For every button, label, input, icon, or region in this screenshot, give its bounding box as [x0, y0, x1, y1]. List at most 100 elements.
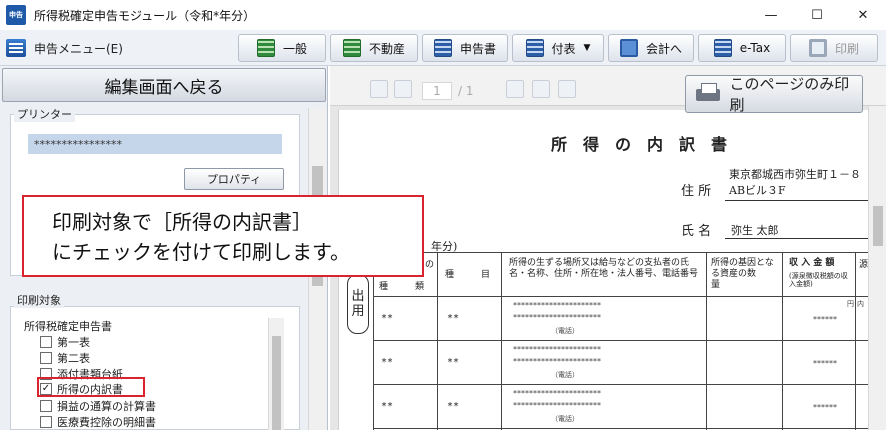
stamp-char-1: 出: [351, 289, 365, 304]
checkbox[interactable]: [40, 399, 52, 412]
row2-item: **: [447, 357, 460, 368]
general-button[interactable]: 一般: [238, 34, 326, 62]
document-title: 所得の内訳書: [551, 135, 744, 154]
print-button[interactable]: 印刷: [790, 34, 878, 62]
table-row-divider: [373, 384, 877, 385]
checkbox-label: 第二表: [57, 351, 90, 365]
general-label: 一般: [282, 41, 307, 56]
row1-item: **: [447, 313, 460, 324]
header-revenue-sub: (源泉徴収税額の収入金額): [789, 272, 848, 288]
checkbox-item-profit-loss-offset[interactable]: 損益の通算の計算書: [40, 398, 156, 413]
unit-yen: 円: [847, 300, 854, 308]
return-form-button[interactable]: 申告書: [422, 34, 508, 62]
header-asset: 所得の基因となる資産の数 量: [711, 258, 784, 290]
printer-select[interactable]: ****************: [28, 134, 282, 154]
ledger-icon: [342, 39, 361, 57]
print-target-title: 印刷対象: [14, 292, 64, 308]
target-list-scroll-thumb[interactable]: [272, 336, 281, 430]
header-item: 種 目: [445, 270, 491, 280]
toolbar: 申告メニュー(E) 一般 不動産 申告書 付表 ▼ 会計へ e-Tax 印刷: [0, 30, 886, 66]
zoom-icon[interactable]: [506, 80, 524, 98]
title-bar: 申告 所得税確定申告モジュール（令和*年分） — ☐ ✕: [0, 0, 886, 30]
instruction-callout: 印刷対象で［所得の内訳書］ にチェックを付けて印刷します。: [22, 195, 424, 277]
maximize-button[interactable]: ☐: [794, 0, 840, 30]
checkbox-label: 損益の通算の計算書: [57, 399, 156, 413]
form-icon: [525, 39, 544, 57]
row1-amount: ******: [813, 315, 837, 324]
address-line1: 東京都城西市弥生町１－８: [729, 168, 861, 181]
header-payer: 所得の生ずる場所又は給与などの支払者の氏名・名称、住所・所在地・法人番号、電話番…: [509, 258, 699, 279]
attachment-dropdown-button[interactable]: 付表 ▼: [512, 34, 604, 62]
unit-inner: 内: [857, 300, 864, 308]
checkbox-item-form2[interactable]: 第二表: [40, 350, 90, 365]
declaration-menu-label: 申告メニュー(E): [34, 41, 123, 56]
return-form-label: 申告書: [459, 41, 496, 56]
declaration-menu-button[interactable]: 申告メニュー(E): [6, 34, 123, 62]
preview-scroll-thumb[interactable]: [873, 206, 883, 246]
callout-line-2: にチェックを付けて印刷します。: [52, 240, 350, 264]
table-row-divider: [373, 428, 877, 429]
header-revenue: 収 入 金 額: [789, 258, 835, 268]
address-label: 住 所: [681, 184, 712, 199]
etax-label: e-Tax: [739, 41, 771, 55]
checkbox-item-medical-deduction[interactable]: 医療費控除の明細書: [40, 414, 156, 429]
target-list-scrollbar[interactable]: [268, 318, 284, 430]
checkbox[interactable]: [40, 415, 52, 428]
header-kind: 種 類: [379, 282, 425, 292]
row1-kind: **: [381, 313, 394, 324]
name-value: 弥生 太郎: [731, 224, 779, 237]
first-page-icon[interactable]: [370, 80, 388, 98]
highlight-box: [37, 377, 145, 397]
row3-payer-line2: **********************: [513, 401, 601, 410]
to-accounting-label: 会計へ: [645, 41, 682, 56]
row2-payer-line1: **********************: [513, 345, 601, 354]
minimize-button[interactable]: —: [748, 0, 794, 30]
etax-button[interactable]: e-Tax: [698, 34, 786, 62]
prev-page-icon[interactable]: [394, 80, 412, 98]
checkbox-label: 医療費控除の明細書: [57, 415, 156, 429]
attachment-label: 付表: [551, 41, 576, 56]
form-icon: [433, 39, 452, 57]
checkbox[interactable]: [40, 335, 52, 348]
fit-page-icon[interactable]: [532, 80, 550, 98]
checkbox[interactable]: [40, 351, 52, 364]
preview-scrollbar[interactable]: [868, 106, 886, 430]
print-label: 印刷: [834, 41, 859, 56]
app-icon: 申告: [6, 5, 26, 25]
row2-kind: **: [381, 357, 394, 368]
tax-return-category: 所得税確定申告書: [24, 320, 112, 333]
menu-icon: [6, 39, 26, 57]
stamp-char-2: 用: [351, 304, 365, 319]
ledger-icon: [256, 39, 275, 57]
printer-group-title: プリンター: [14, 106, 75, 122]
close-button[interactable]: ✕: [840, 0, 886, 30]
table-border-top: [373, 252, 877, 253]
row3-kind: **: [381, 401, 394, 412]
header-source: 源: [859, 260, 869, 270]
form-icon: [713, 39, 732, 57]
row3-item: **: [447, 401, 460, 412]
chevron-down-icon: ▼: [583, 43, 591, 53]
table-col-line: [373, 252, 374, 430]
row3-phone: （電話）: [551, 415, 579, 423]
row1-phone: （電話）: [551, 327, 579, 335]
print-this-page-label: このページのみ印刷: [729, 75, 850, 114]
magnifier-icon: [808, 39, 827, 57]
checkbox-item-form1[interactable]: 第一表: [40, 334, 90, 349]
row1-payer-line2: **********************: [513, 313, 601, 322]
name-label: 氏 名: [681, 224, 712, 239]
row3-payer-line1: **********************: [513, 389, 601, 398]
real-estate-button[interactable]: 不動産: [330, 34, 418, 62]
page-number-input[interactable]: 1: [422, 82, 452, 100]
properties-button[interactable]: プロパティ: [184, 168, 284, 190]
row3-amount: ******: [813, 403, 837, 412]
table-header-bottom: [373, 296, 877, 297]
fit-width-icon[interactable]: [558, 80, 576, 98]
name-underline: [725, 238, 877, 239]
row1-payer-line1: **********************: [513, 301, 601, 310]
real-estate-label: 不動産: [368, 41, 405, 56]
print-this-page-button[interactable]: このページのみ印刷: [685, 75, 863, 114]
to-accounting-button[interactable]: 会計へ: [608, 34, 694, 62]
back-to-edit-button[interactable]: 編集画面へ戻る: [2, 68, 326, 102]
table-col-line: [855, 252, 856, 430]
